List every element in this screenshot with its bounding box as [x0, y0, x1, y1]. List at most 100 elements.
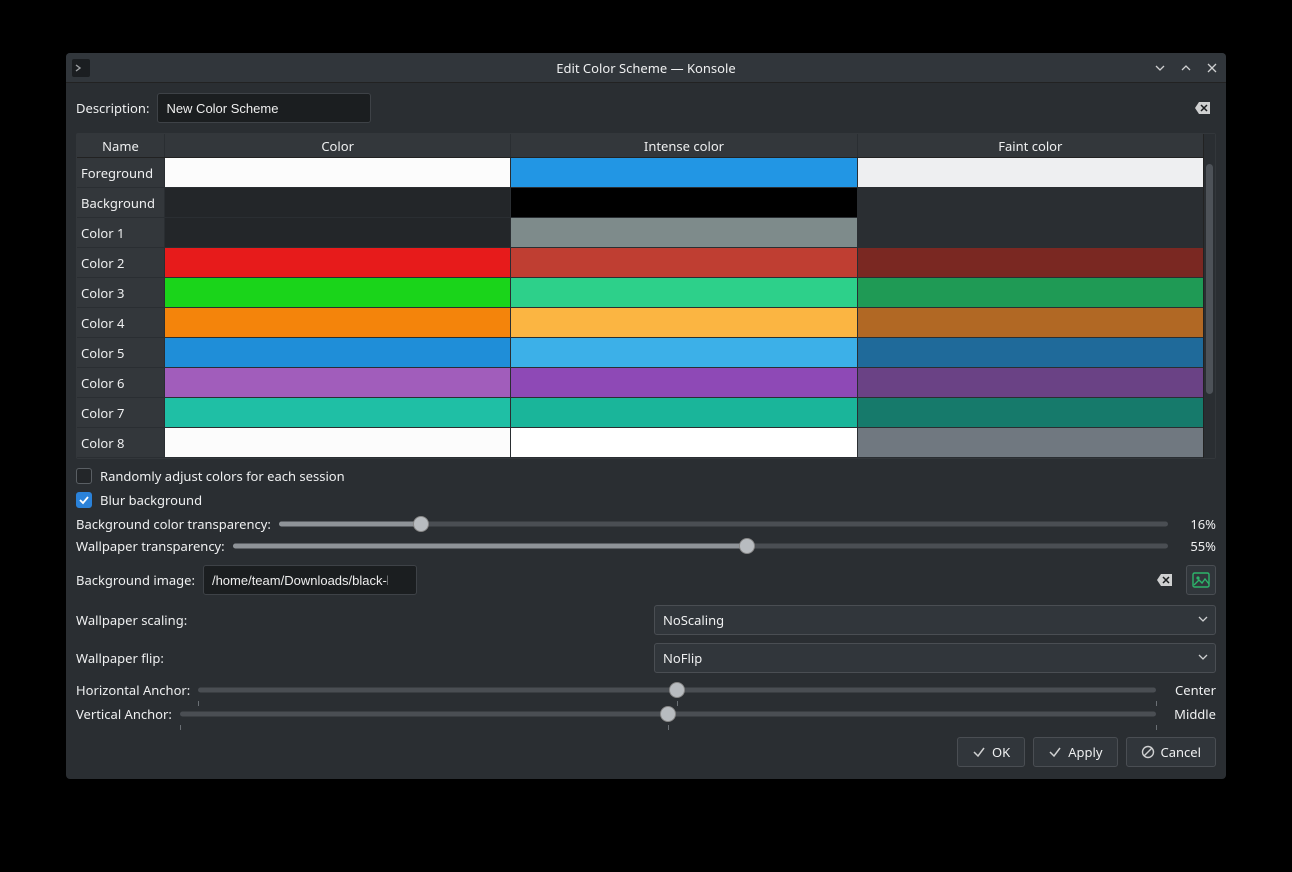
- random-colors-label: Randomly adjust colors for each session: [100, 467, 345, 485]
- scrollbar-thumb[interactable]: [1206, 164, 1213, 394]
- horizontal-anchor-slider[interactable]: [198, 681, 1156, 699]
- table-row: Color 7: [77, 398, 1203, 428]
- bg-transparency-slider[interactable]: [279, 515, 1168, 533]
- wallpaper-transparency-label: Wallpaper transparency:: [76, 537, 225, 555]
- faint-swatch[interactable]: [858, 158, 1203, 188]
- blur-background-checkbox[interactable]: Blur background: [76, 491, 1216, 509]
- wallpaper-scaling-label: Wallpaper scaling:: [76, 611, 646, 629]
- faint-swatch[interactable]: [858, 338, 1203, 368]
- color-swatch[interactable]: [165, 368, 511, 398]
- intense-swatch[interactable]: [511, 428, 857, 458]
- chevron-down-icon: [1197, 649, 1209, 667]
- vertical-anchor-slider[interactable]: [180, 705, 1156, 723]
- table-scrollbar[interactable]: [1203, 134, 1215, 458]
- color-swatch[interactable]: [165, 248, 511, 278]
- window-title: Edit Color Scheme — Konsole: [66, 59, 1226, 77]
- color-swatch[interactable]: [165, 338, 511, 368]
- intense-swatch[interactable]: [511, 158, 857, 188]
- faint-swatch[interactable]: [858, 398, 1203, 428]
- header-color: Color: [165, 134, 511, 157]
- header-name: Name: [77, 134, 165, 157]
- cancel-icon: [1141, 745, 1155, 759]
- check-icon: [972, 745, 986, 759]
- description-label: Description:: [76, 99, 149, 117]
- row-name: Color 1: [77, 218, 165, 248]
- titlebar[interactable]: Edit Color Scheme — Konsole: [66, 53, 1226, 83]
- clear-description-icon[interactable]: [1194, 100, 1212, 116]
- bg-transparency-label: Background color transparency:: [76, 515, 271, 533]
- faint-swatch[interactable]: [858, 368, 1203, 398]
- color-swatch[interactable]: [165, 278, 511, 308]
- intense-swatch[interactable]: [511, 308, 857, 338]
- row-name: Color 4: [77, 308, 165, 338]
- background-image-label: Background image:: [76, 571, 195, 589]
- faint-swatch[interactable]: [858, 278, 1203, 308]
- intense-swatch[interactable]: [511, 188, 857, 218]
- faint-swatch[interactable]: [858, 428, 1203, 458]
- table-row: Color 2: [77, 248, 1203, 278]
- color-swatch[interactable]: [165, 398, 511, 428]
- row-name: Color 8: [77, 428, 165, 458]
- bg-transparency-value: 16%: [1176, 515, 1216, 533]
- random-colors-checkbox[interactable]: Randomly adjust colors for each session: [76, 467, 1216, 485]
- table-row: Background: [77, 188, 1203, 218]
- edit-color-scheme-dialog: Edit Color Scheme — Konsole Description:: [66, 53, 1226, 779]
- intense-swatch[interactable]: [511, 248, 857, 278]
- ok-button[interactable]: OK: [957, 737, 1025, 767]
- intense-swatch[interactable]: [511, 278, 857, 308]
- minimize-button[interactable]: [1150, 58, 1170, 78]
- table-row: Color 4: [77, 308, 1203, 338]
- color-swatch[interactable]: [165, 188, 511, 218]
- header-faint: Faint color: [858, 134, 1203, 157]
- color-swatch[interactable]: [165, 308, 511, 338]
- description-input[interactable]: [157, 93, 371, 123]
- faint-swatch[interactable]: [858, 218, 1203, 248]
- chevron-down-icon: [1197, 611, 1209, 629]
- color-swatch[interactable]: [165, 218, 511, 248]
- table-row: Color 5: [77, 338, 1203, 368]
- intense-swatch[interactable]: [511, 218, 857, 248]
- wallpaper-scaling-combobox[interactable]: NoScaling: [654, 605, 1216, 635]
- cancel-button[interactable]: Cancel: [1126, 737, 1216, 767]
- wallpaper-flip-combobox[interactable]: NoFlip: [654, 643, 1216, 673]
- color-swatch[interactable]: [165, 158, 511, 188]
- row-name: Background: [77, 188, 165, 218]
- blur-background-label: Blur background: [100, 491, 202, 509]
- intense-swatch[interactable]: [511, 338, 857, 368]
- horizontal-anchor-label: Horizontal Anchor:: [76, 681, 190, 699]
- row-name: Color 2: [77, 248, 165, 278]
- intense-swatch[interactable]: [511, 398, 857, 428]
- color-swatch[interactable]: [165, 428, 511, 458]
- browse-image-button[interactable]: [1186, 565, 1216, 595]
- table-row: Foreground: [77, 158, 1203, 188]
- wallpaper-flip-value: NoFlip: [663, 649, 702, 667]
- vertical-anchor-value: Middle: [1164, 705, 1216, 723]
- vertical-anchor-label: Vertical Anchor:: [76, 705, 172, 723]
- wallpaper-flip-label: Wallpaper flip:: [76, 649, 646, 667]
- wallpaper-transparency-value: 55%: [1176, 537, 1216, 555]
- row-name: Color 7: [77, 398, 165, 428]
- wallpaper-scaling-value: NoScaling: [663, 611, 724, 629]
- row-name: Foreground: [77, 158, 165, 188]
- table-row: Color 1: [77, 218, 1203, 248]
- table-row: Color 6: [77, 368, 1203, 398]
- wallpaper-transparency-slider[interactable]: [233, 537, 1168, 555]
- faint-swatch[interactable]: [858, 188, 1203, 218]
- konsole-app-icon: [72, 59, 90, 77]
- maximize-button[interactable]: [1176, 58, 1196, 78]
- clear-bgimage-icon[interactable]: [1156, 572, 1174, 588]
- apply-button[interactable]: Apply: [1033, 737, 1117, 767]
- intense-swatch[interactable]: [511, 368, 857, 398]
- color-table: Name Color Intense color Faint color For…: [76, 133, 1216, 459]
- faint-swatch[interactable]: [858, 308, 1203, 338]
- close-button[interactable]: [1202, 58, 1222, 78]
- row-name: Color 6: [77, 368, 165, 398]
- check-icon: [1048, 745, 1062, 759]
- table-row: Color 3: [77, 278, 1203, 308]
- header-intense: Intense color: [511, 134, 857, 157]
- horizontal-anchor-value: Center: [1164, 681, 1216, 699]
- faint-swatch[interactable]: [858, 248, 1203, 278]
- background-image-input[interactable]: [203, 565, 417, 595]
- table-row: Color 8: [77, 428, 1203, 458]
- row-name: Color 3: [77, 278, 165, 308]
